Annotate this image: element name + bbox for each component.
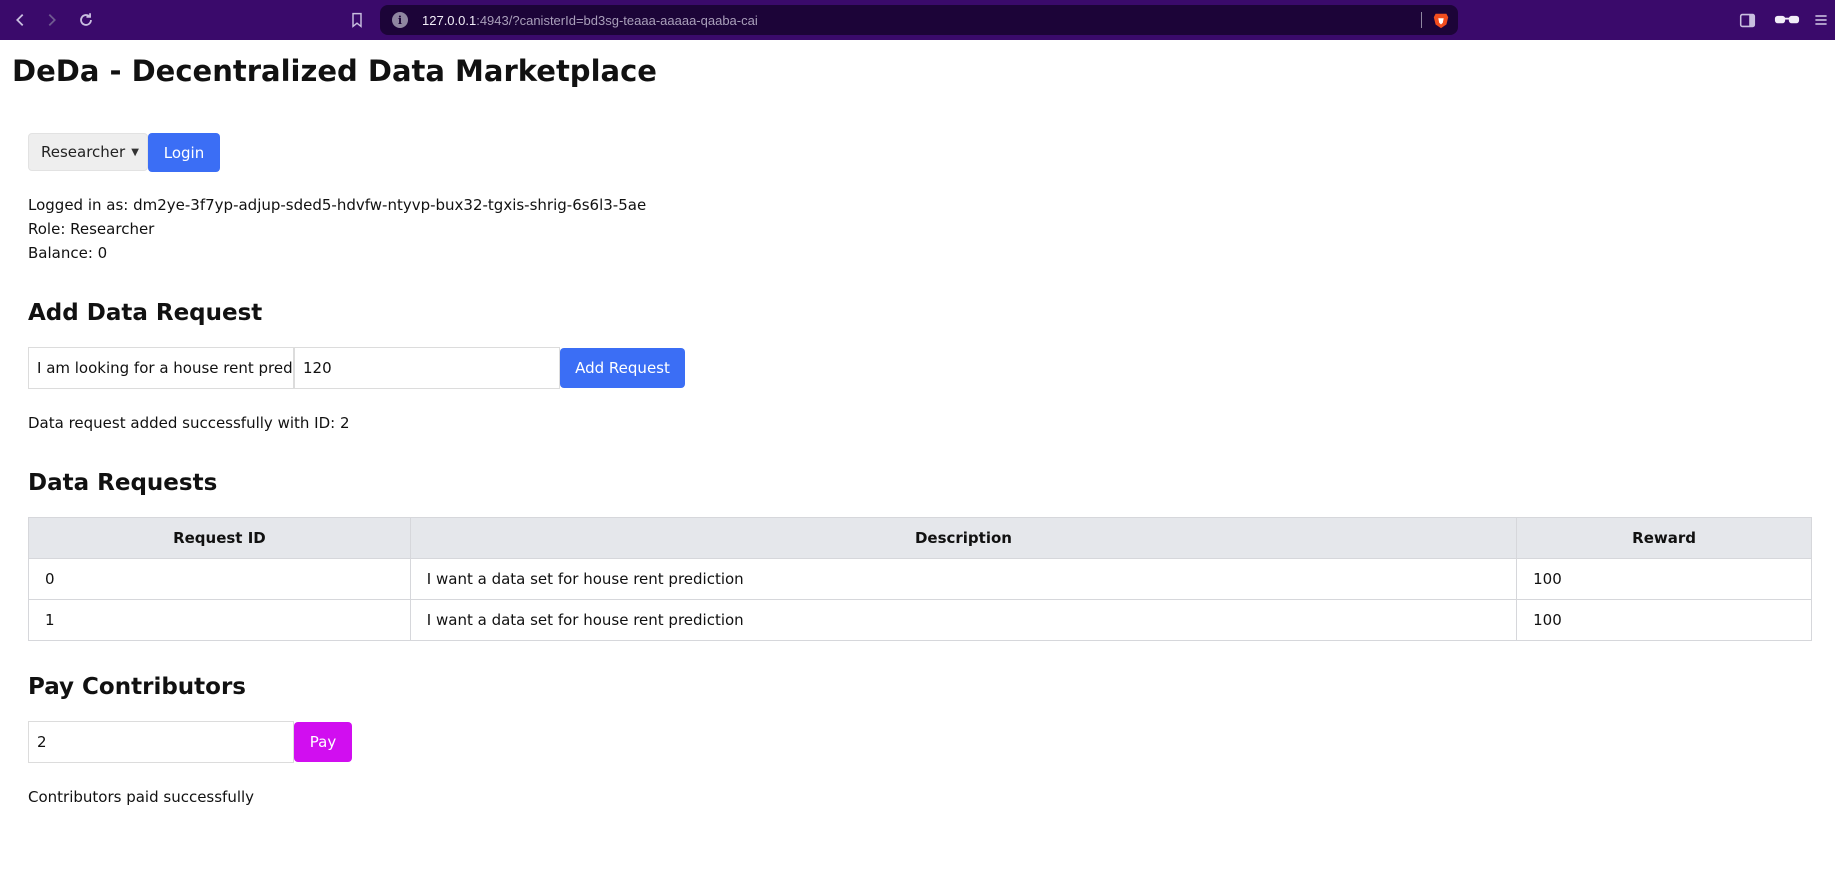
data-requests-heading: Data Requests [28, 470, 218, 496]
cell-description: I want a data set for house rent predict… [409, 558, 1518, 600]
page-title: DeDa - Decentralized Data Marketplace [12, 54, 657, 88]
site-info-icon[interactable]: i [392, 12, 408, 28]
request-reward-input[interactable]: 120 [294, 347, 560, 389]
forward-icon[interactable] [40, 8, 64, 32]
url-text[interactable]: 127.0.0.1:4943/?canisterId=bd3sg-teaaa-a… [422, 13, 758, 28]
pay-request-id-input[interactable]: 2 [28, 721, 294, 763]
table-header-row: Request ID Description Reward [28, 517, 1812, 559]
column-header-request-id: Request ID [28, 517, 411, 559]
pay-contributors-heading: Pay Contributors [28, 674, 246, 700]
role-select-value: Researcher [41, 143, 126, 161]
back-icon[interactable] [8, 8, 32, 32]
url-divider [1421, 12, 1422, 28]
url-host: 127.0.0.1 [422, 12, 477, 28]
brave-shield-icon[interactable] [1432, 11, 1450, 29]
column-header-reward: Reward [1516, 517, 1812, 559]
bookmark-icon[interactable] [345, 8, 369, 32]
table-row: 0 I want a data set for house rent predi… [28, 558, 1812, 600]
add-request-button[interactable]: Add Request [560, 348, 685, 388]
chevron-down-icon: ▼ [131, 146, 139, 158]
column-header-description: Description [409, 517, 1518, 559]
request-description-input[interactable]: I am looking for a house rent prediction [28, 347, 294, 389]
cell-reward: 100 [1516, 599, 1812, 641]
browser-toolbar: i 127.0.0.1:4943/?canisterId=bd3sg-teaaa… [0, 0, 1835, 40]
url-path: :4943/?canisterId=bd3sg-teaaa-aaaaa-qaab… [476, 12, 758, 28]
login-button[interactable]: Login [148, 133, 220, 172]
cell-request-id: 0 [28, 558, 411, 600]
cell-request-id: 1 [28, 599, 411, 641]
cell-reward: 100 [1516, 558, 1812, 600]
pay-button[interactable]: Pay [294, 722, 352, 762]
logged-in-as-text: Logged in as: dm2ye-3f7yp-adjup-sded5-hd… [28, 196, 647, 214]
cell-description: I want a data set for house rent predict… [409, 599, 1518, 641]
add-request-status: Data request added successfully with ID:… [28, 414, 350, 432]
reload-icon[interactable] [74, 8, 98, 32]
menu-icon[interactable] [1810, 9, 1832, 31]
add-request-heading: Add Data Request [28, 300, 263, 326]
balance-text: Balance: 0 [28, 244, 108, 262]
sidebar-icon[interactable] [1736, 9, 1758, 31]
data-requests-table: Request ID Description Reward 0 I want a… [28, 517, 1812, 641]
role-select[interactable]: Researcher ▼ [28, 133, 148, 171]
role-text: Role: Researcher [28, 220, 155, 238]
wallet-icon[interactable] [1772, 9, 1802, 31]
pay-status: Contributors paid successfully [28, 788, 255, 806]
address-bar[interactable]: i 127.0.0.1:4943/?canisterId=bd3sg-teaaa… [380, 5, 1458, 35]
table-row: 1 I want a data set for house rent predi… [28, 599, 1812, 641]
